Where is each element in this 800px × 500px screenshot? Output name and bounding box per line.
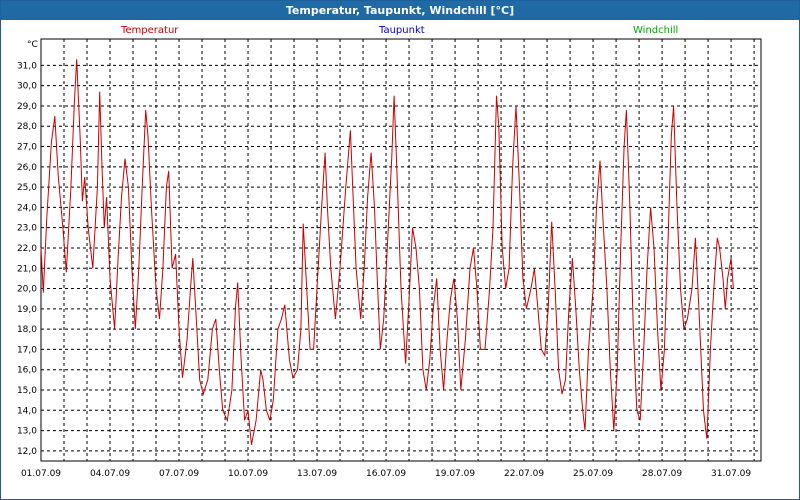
y-tick-label: 29,0 (17, 102, 37, 112)
line-chart: 12,0 13,0 14,0 15,0 16,0 17,0 18,0 19,0 20,0 21,0… (17, 38, 762, 479)
chart-series (40, 59, 734, 445)
y-tick-label: 13,0 (17, 427, 37, 437)
x-tick-label: 13.07.09 (297, 469, 337, 479)
chart-axes (40, 38, 762, 462)
x-tick-label: 01.07.09 (21, 469, 61, 479)
y-tick-label: 21,0 (17, 264, 37, 274)
y-tick-label: 20,0 (17, 285, 37, 295)
y-tick-label: 31,0 (17, 61, 37, 71)
x-tick-label: 10.07.09 (228, 469, 268, 479)
y-axis-tick-labels: 12,0 13,0 14,0 15,0 16,0 17,0 18,0 19,0 20,0 21,0… (17, 61, 37, 456)
y-tick-label: 23,0 (17, 224, 37, 234)
y-tick-label: 30,0 (17, 82, 37, 92)
y-tick-label: 12,0 (17, 447, 37, 457)
x-tick-label: 25.07.09 (573, 469, 613, 479)
x-tick-label: 16.07.09 (366, 469, 406, 479)
chart-grid (41, 39, 761, 461)
y-tick-label: 26,0 (17, 163, 37, 173)
y-tick-label: 17,0 (17, 345, 37, 355)
x-tick-label: 07.07.09 (159, 469, 199, 479)
y-tick-label: 19,0 (17, 305, 37, 315)
x-tick-label: 31.07.09 (711, 469, 751, 479)
y-tick-label: 22,0 (17, 244, 37, 254)
x-tick-label: 04.07.09 (90, 469, 130, 479)
x-tick-label: 22.07.09 (504, 469, 544, 479)
y-tick-label: 24,0 (17, 203, 37, 213)
chart-window: Temperatur, Taupunkt, Windchill [°C] Tem… (0, 0, 800, 500)
plot-area-border (40, 38, 762, 462)
y-tick-label: 25,0 (17, 183, 37, 193)
x-tick-label: 28.07.09 (642, 469, 682, 479)
y-axis-unit-label: °C (27, 40, 38, 50)
x-tick-label: 19.07.09 (435, 469, 475, 479)
y-tick-label: 27,0 (17, 143, 37, 153)
series-line-temperatur (40, 59, 734, 445)
y-tick-label: 16,0 (17, 366, 37, 376)
y-tick-label: 14,0 (17, 406, 37, 416)
y-tick-label: 18,0 (17, 325, 37, 335)
y-tick-label: 15,0 (17, 386, 37, 396)
y-tick-label: 28,0 (17, 122, 37, 132)
x-axis-tick-labels: 01.07.09 04.07.09 07.07.09 10.07.09 13.07.09… (21, 469, 751, 479)
